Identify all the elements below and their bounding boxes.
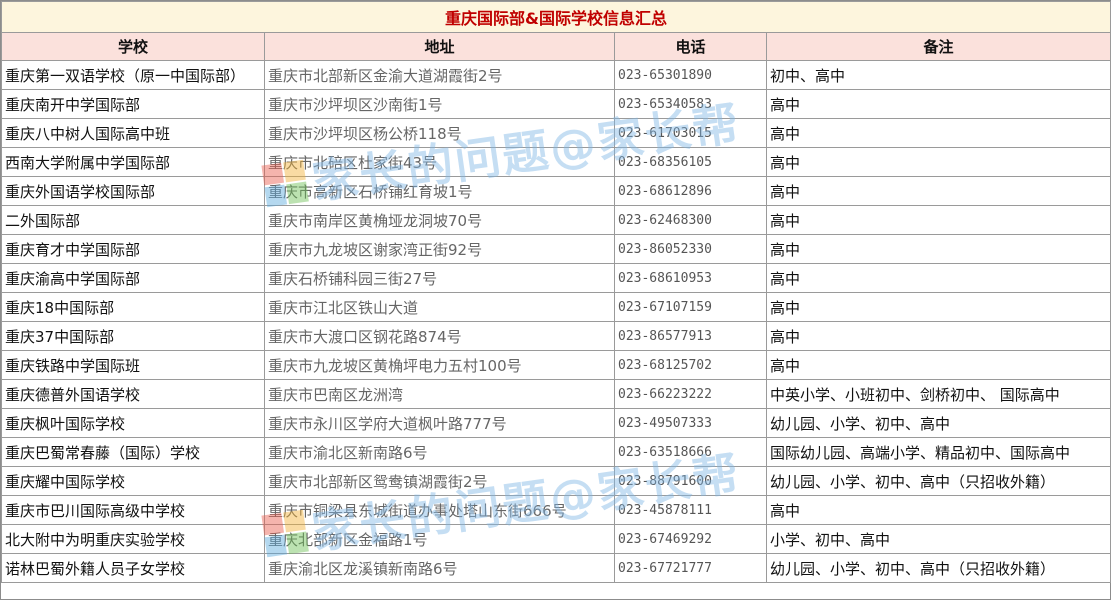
cell-phone[interactable]: 023-68356105	[614, 147, 767, 177]
cell-phone[interactable]: 023-67721777	[614, 553, 767, 583]
cell-note[interactable]: 幼儿园、小学、初中、高中（只招收外籍）	[765, 553, 1111, 583]
cell-phone[interactable]: 023-67469292	[614, 524, 767, 554]
table-row: 重庆南开中学国际部 重庆市沙坪坝区沙南街1号 023-65340583 高中	[1, 89, 1111, 119]
header-address[interactable]: 地址	[264, 32, 615, 61]
cell-phone[interactable]: 023-68125702	[614, 350, 767, 380]
cell-phone[interactable]: 023-88791600	[614, 466, 767, 496]
cell-address[interactable]: 重庆市江北区铁山大道	[264, 292, 615, 322]
cell-school[interactable]: 重庆铁路中学国际班	[1, 350, 265, 380]
table-row: 重庆八中树人国际高中班 重庆市沙坪坝区杨公桥118号 023-61703015 高中	[1, 118, 1111, 148]
table-row: 诺林巴蜀外籍人员子女学校 重庆渝北区龙溪镇新南路6号 023-67721777 幼儿园…	[1, 553, 1111, 583]
cell-address[interactable]: 重庆市巴南区龙洲湾	[264, 379, 615, 409]
cell-school[interactable]: 重庆八中树人国际高中班	[1, 118, 265, 148]
table-row: 二外国际部 重庆市南岸区黄桷垭龙洞坡70号 023-62468300 高中	[1, 205, 1111, 235]
cell-school[interactable]: 重庆第一双语学校（原一中国际部）	[1, 60, 265, 90]
cell-school[interactable]: 重庆南开中学国际部	[1, 89, 265, 119]
cell-school[interactable]: 重庆18中国际部	[1, 292, 265, 322]
cell-phone[interactable]: 023-62468300	[614, 205, 767, 235]
table-row: 重庆耀中国际学校 重庆市北部新区鸳鸯镇湖霞街2号 023-88791600 幼儿园、小…	[1, 466, 1111, 496]
cell-school[interactable]: 二外国际部	[1, 205, 265, 235]
cell-note[interactable]: 小学、初中、高中	[765, 524, 1111, 554]
cell-address[interactable]: 重庆市北部新区鸳鸯镇湖霞街2号	[264, 466, 615, 496]
table-row: 重庆37中国际部 重庆市大渡口区钢花路874号 023-86577913 高中	[1, 321, 1111, 351]
cell-school[interactable]: 西南大学附属中学国际部	[1, 147, 265, 177]
cell-phone[interactable]: 023-61703015	[614, 118, 767, 148]
spreadsheet: 重庆国际部&国际学校信息汇总 学校 地址 电话 备注 重庆第一双语学校（原一中国…	[0, 0, 1111, 600]
cell-note[interactable]: 高中	[765, 205, 1111, 235]
header-note[interactable]: 备注	[765, 32, 1111, 61]
cell-address[interactable]: 重庆渝北区龙溪镇新南路6号	[264, 553, 615, 583]
cell-school[interactable]: 北大附中为明重庆实验学校	[1, 524, 265, 554]
cell-address[interactable]: 重庆市北部新区金渝大道湖霞街2号	[264, 60, 615, 90]
cell-school[interactable]: 诺林巴蜀外籍人员子女学校	[1, 553, 265, 583]
cell-address[interactable]: 重庆市大渡口区钢花路874号	[264, 321, 615, 351]
table-row: 重庆18中国际部 重庆市江北区铁山大道 023-67107159 高中	[1, 292, 1111, 322]
cell-phone[interactable]: 023-68610953	[614, 263, 767, 293]
title-row: 重庆国际部&国际学校信息汇总	[0, 1, 1111, 33]
cell-address[interactable]: 重庆市九龙坡区黄桷坪电力五村100号	[264, 350, 615, 380]
cell-address[interactable]: 重庆市南岸区黄桷垭龙洞坡70号	[264, 205, 615, 235]
table-row: 重庆铁路中学国际班 重庆市九龙坡区黄桷坪电力五村100号 023-68125702 高…	[1, 350, 1111, 380]
cell-phone[interactable]: 023-65301890	[614, 60, 767, 90]
cell-phone[interactable]: 023-49507333	[614, 408, 767, 438]
table-title[interactable]: 重庆国际部&国际学校信息汇总	[0, 1, 1111, 33]
cell-address[interactable]: 重庆市渝北区新南路6号	[264, 437, 615, 467]
table-row: 重庆渝高中学国际部 重庆石桥铺科园三街27号 023-68610953 高中	[1, 263, 1111, 293]
table-row: 重庆第一双语学校（原一中国际部） 重庆市北部新区金渝大道湖霞街2号 023-6530…	[1, 60, 1111, 90]
header-row: 学校 地址 电话 备注	[1, 32, 1111, 61]
cell-school[interactable]: 重庆市巴川国际高级中学校	[1, 495, 265, 525]
cell-note[interactable]: 中英小学、小班初中、剑桥初中、 国际高中	[765, 379, 1111, 409]
cell-address[interactable]: 重庆市北碚区杜家街43号	[264, 147, 615, 177]
cell-note[interactable]: 高中	[765, 89, 1111, 119]
table-row: 重庆枫叶国际学校 重庆市永川区学府大道枫叶路777号 023-49507333 幼儿园…	[1, 408, 1111, 438]
cell-phone[interactable]: 023-63518666	[614, 437, 767, 467]
cell-note[interactable]: 幼儿园、小学、初中、高中（只招收外籍）	[765, 466, 1111, 496]
cell-phone[interactable]: 023-66223222	[614, 379, 767, 409]
cell-address[interactable]: 重庆市永川区学府大道枫叶路777号	[264, 408, 615, 438]
cell-note[interactable]: 高中	[765, 263, 1111, 293]
cell-school[interactable]: 重庆枫叶国际学校	[1, 408, 265, 438]
cell-note[interactable]: 高中	[765, 495, 1111, 525]
cell-school[interactable]: 重庆巴蜀常春藤（国际）学校	[1, 437, 265, 467]
cell-note[interactable]: 高中	[765, 292, 1111, 322]
cell-address[interactable]: 重庆市沙坪坝区沙南街1号	[264, 89, 615, 119]
cell-note[interactable]: 高中	[765, 118, 1111, 148]
cell-note[interactable]: 高中	[765, 234, 1111, 264]
table-row: 西南大学附属中学国际部 重庆市北碚区杜家街43号 023-68356105 高中	[1, 147, 1111, 177]
cell-school[interactable]: 重庆德普外国语学校	[1, 379, 265, 409]
cell-note[interactable]: 高中	[765, 176, 1111, 206]
cell-address[interactable]: 重庆市高新区石桥铺红育坡1号	[264, 176, 615, 206]
table-row: 北大附中为明重庆实验学校 重庆北部新区金福路1号 023-67469292 小学、初中…	[1, 524, 1111, 554]
cell-note[interactable]: 高中	[765, 350, 1111, 380]
header-phone[interactable]: 电话	[614, 32, 767, 61]
cell-address[interactable]: 重庆石桥铺科园三街27号	[264, 263, 615, 293]
cell-phone[interactable]: 023-65340583	[614, 89, 767, 119]
cell-school[interactable]: 重庆育才中学国际部	[1, 234, 265, 264]
cell-address[interactable]: 重庆市沙坪坝区杨公桥118号	[264, 118, 615, 148]
cell-school[interactable]: 重庆渝高中学国际部	[1, 263, 265, 293]
cell-phone[interactable]: 023-86052330	[614, 234, 767, 264]
school-info-table: 重庆国际部&国际学校信息汇总 学校 地址 电话 备注 重庆第一双语学校（原一中国…	[0, 1, 1111, 583]
cell-school[interactable]: 重庆耀中国际学校	[1, 466, 265, 496]
header-school[interactable]: 学校	[1, 32, 265, 61]
cell-school[interactable]: 重庆外国语学校国际部	[1, 176, 265, 206]
cell-note[interactable]: 高中	[765, 321, 1111, 351]
table-row: 重庆外国语学校国际部 重庆市高新区石桥铺红育坡1号 023-68612896 高中	[1, 176, 1111, 206]
cell-school[interactable]: 重庆37中国际部	[1, 321, 265, 351]
cell-address[interactable]: 重庆北部新区金福路1号	[264, 524, 615, 554]
cell-note[interactable]: 幼儿园、小学、初中、高中	[765, 408, 1111, 438]
cell-phone[interactable]: 023-45878111	[614, 495, 767, 525]
cell-phone[interactable]: 023-86577913	[614, 321, 767, 351]
cell-address[interactable]: 重庆市九龙坡区谢家湾正街92号	[264, 234, 615, 264]
table-row: 重庆巴蜀常春藤（国际）学校 重庆市渝北区新南路6号 023-63518666 国际幼儿…	[1, 437, 1111, 467]
cell-note[interactable]: 国际幼儿园、高端小学、精品初中、国际高中	[765, 437, 1111, 467]
table-row: 重庆德普外国语学校 重庆市巴南区龙洲湾 023-66223222 中英小学、小班初中、…	[1, 379, 1111, 409]
cell-address[interactable]: 重庆市铜梁县东城街道办事处塔山东街666号	[264, 495, 615, 525]
cell-phone[interactable]: 023-67107159	[614, 292, 767, 322]
table-row: 重庆市巴川国际高级中学校 重庆市铜梁县东城街道办事处塔山东街666号 023-458…	[1, 495, 1111, 525]
table-row: 重庆育才中学国际部 重庆市九龙坡区谢家湾正街92号 023-86052330 高中	[1, 234, 1111, 264]
cell-note[interactable]: 初中、高中	[765, 60, 1111, 90]
cell-phone[interactable]: 023-68612896	[614, 176, 767, 206]
cell-note[interactable]: 高中	[765, 147, 1111, 177]
